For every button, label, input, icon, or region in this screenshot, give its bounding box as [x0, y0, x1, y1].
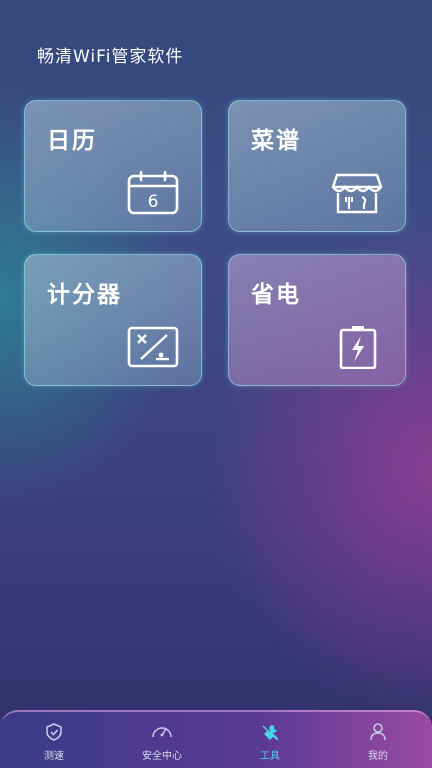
shield-check-icon: [46, 723, 62, 741]
tab-speed-test[interactable]: 测速: [14, 718, 94, 764]
tab-label: 工具: [260, 751, 280, 762]
tab-tools[interactable]: 工具: [230, 718, 310, 764]
user-icon: [370, 723, 386, 741]
app-header: 畅清WiFi管家软件: [0, 0, 432, 80]
tile-recipes[interactable]: 菜谱: [228, 100, 406, 232]
calendar-icon: 6: [127, 170, 179, 215]
tab-security-center[interactable]: 安全中心: [122, 718, 202, 764]
battery-charge-icon: [331, 325, 383, 370]
tools-icon: [262, 725, 279, 741]
tile-label: 菜谱: [251, 128, 301, 154]
calendar-day: 6: [148, 192, 159, 212]
tile-label: 日历: [47, 128, 97, 154]
tab-label: 我的: [368, 751, 388, 762]
tab-label: 测速: [44, 751, 64, 762]
tile-label: 计分器: [47, 282, 122, 308]
tab-label: 安全中心: [142, 751, 182, 762]
tile-label: 省电: [251, 282, 301, 308]
bottom-tab-bar: 测速 安全中心 工具 我的: [0, 710, 432, 768]
tile-scorer[interactable]: 计分器: [24, 254, 202, 386]
percent-icon: [127, 325, 179, 369]
app-title: 畅清WiFi管家软件: [37, 47, 184, 67]
tile-calendar[interactable]: 日历 6: [24, 100, 202, 232]
tab-profile[interactable]: 我的: [338, 718, 418, 764]
speedometer-icon: [152, 727, 172, 738]
tile-power-saving[interactable]: 省电: [228, 254, 406, 386]
shop-icon: [331, 171, 383, 215]
